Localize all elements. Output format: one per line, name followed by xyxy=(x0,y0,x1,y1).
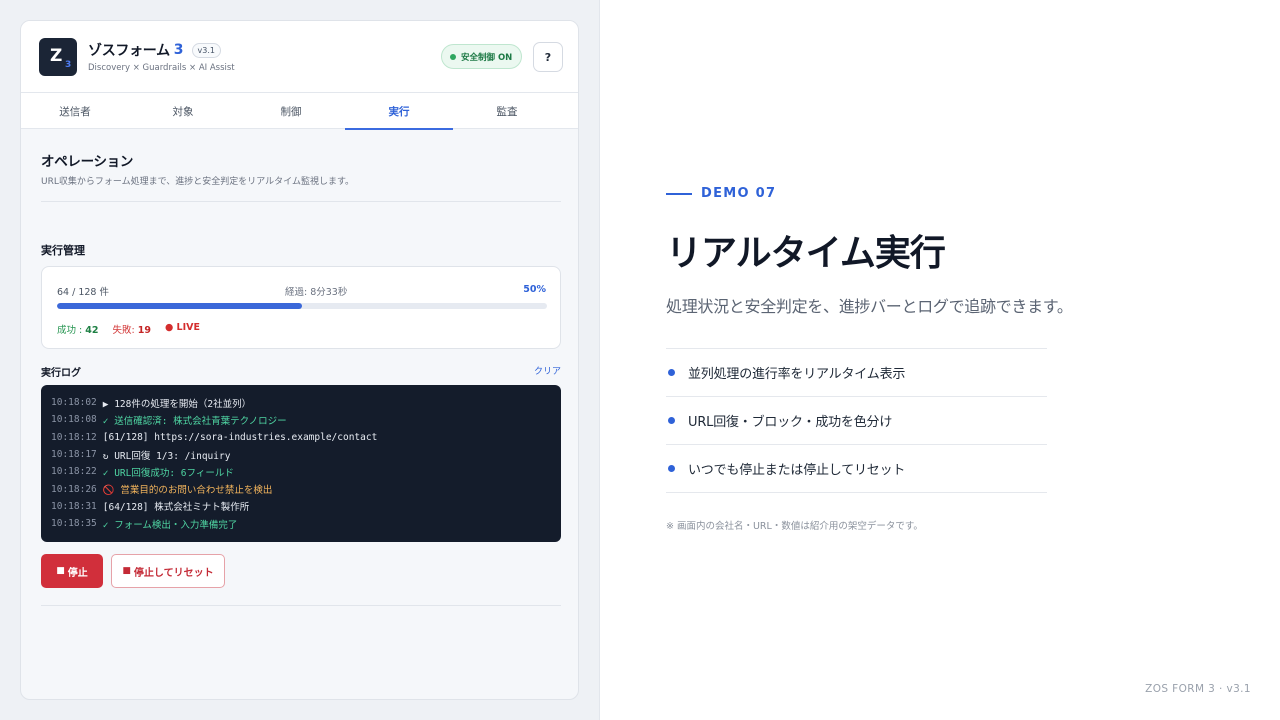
log-timestamp: 10:18:12 xyxy=(51,431,97,443)
bullet-dot-icon xyxy=(668,465,675,472)
progress-percent: 50% xyxy=(523,284,546,295)
feature-text: 並列処理の進行率をリアルタイム表示 xyxy=(688,367,906,382)
help-button[interactable]: ? xyxy=(533,42,563,72)
progress-stats: 成功 : 42 失敗: 19 ● LIVE xyxy=(57,322,200,336)
footer-brand: ZOS FORM 3 · v3.1 xyxy=(1145,683,1251,695)
tab-bar: 送信者 対象 制御 実行 監査 xyxy=(21,93,578,130)
log-timestamp: 10:18:08 xyxy=(51,414,97,426)
app-title: ゾスフォーム xyxy=(88,43,170,59)
fail-value: 19 xyxy=(137,325,151,336)
logo-subscript: 3 xyxy=(65,60,72,70)
operation-title: オペレーション xyxy=(41,154,134,170)
safety-badge-label: 安全制御 ON xyxy=(461,52,513,63)
stop-button[interactable]: ■ 停止 xyxy=(41,554,103,588)
demo-tag: DEMO 07 xyxy=(666,186,776,201)
log-line: 10:18:26 🚫 営業目的のお問い合わせ禁止を検出 xyxy=(51,480,551,497)
log-terminal[interactable]: 10:18:02 ▶ 128件の処理を開始（2社並列） 10:18:08 ✓ 送信確認… xyxy=(41,385,561,542)
bullet-dot-icon xyxy=(668,369,675,376)
progress-card: 64 / 128 件 経過: 8分33秒 50% 成功 : 42 失敗: 19 … xyxy=(41,266,561,349)
log-header: 実行ログ クリア xyxy=(41,364,561,379)
log-line: 10:18:22 ✓ URL回復成功: 6フィールド xyxy=(51,463,551,480)
log-message: [64/128] 株式会社ミナト製作所 xyxy=(102,502,250,514)
demo-accent-line xyxy=(666,192,692,195)
reset-square-icon: ■ xyxy=(122,566,131,576)
demo-label: DEMO 07 xyxy=(701,186,777,201)
section-divider xyxy=(41,201,561,202)
bottom-divider xyxy=(41,605,561,606)
tab-audit[interactable]: 監査 xyxy=(453,93,561,129)
reset-button-label: 停止してリセット xyxy=(133,567,214,579)
log-line: 10:18:17 ↻ URL回復 1/3: /inquiry xyxy=(51,446,551,463)
feature-text: URL回復・ブロック・成功を色分け xyxy=(688,415,893,430)
log-timestamp: 10:18:02 xyxy=(51,397,97,409)
operation-description: URL収集からフォーム処理まで、進捗と安全判定をリアルタイム監視します。 xyxy=(41,177,355,187)
log-message: ✓ フォーム検出・入力準備完了 xyxy=(102,519,238,531)
log-message: [61/128] https://sora-industries.example… xyxy=(102,431,378,443)
tab-sender[interactable]: 送信者 xyxy=(21,93,129,129)
app-logo: Z 3 xyxy=(39,38,77,76)
log-line: 10:18:02 ▶ 128件の処理を開始（2社並列） xyxy=(51,394,551,411)
status-dot-icon xyxy=(450,53,456,60)
log-timestamp: 10:18:22 xyxy=(51,466,97,478)
log-message: ↻ URL回復 1/3: /inquiry xyxy=(102,450,231,462)
app-header: Z 3 ゾスフォーム 3 v3.1 Discovery × Guardrails… xyxy=(21,21,578,93)
log-line: 10:18:31 [64/128] 株式会社ミナト製作所 xyxy=(51,498,551,515)
log-line: 10:18:12 [61/128] https://sora-industries… xyxy=(51,429,551,446)
log-timestamp: 10:18:35 xyxy=(51,518,97,530)
feature-text: いつでも停止または停止してリセット xyxy=(688,463,906,478)
left-pane: Z 3 ゾスフォーム 3 v3.1 Discovery × Guardrails… xyxy=(0,0,600,720)
log-line: 10:18:08 ✓ 送信確認済: 株式会社青葉テクノロジー xyxy=(51,411,551,428)
app-subtitle: Discovery × Guardrails × AI Assist xyxy=(88,63,235,73)
hero-subtitle: 処理状況と安全判定を、進捗バーとログで追跡できます。 xyxy=(666,297,1073,316)
feature-item: 並列処理の進行率をリアルタイム表示 xyxy=(666,349,1047,397)
success-label: 成功 : xyxy=(57,325,86,336)
log-title: 実行ログ xyxy=(41,368,81,379)
live-indicator: ● LIVE xyxy=(164,322,200,333)
promo-pane: DEMO 07 リアルタイム実行 処理状況と安全判定を、進捗バーとログで追跡でき… xyxy=(600,0,1280,720)
feature-item: URL回復・ブロック・成功を色分け xyxy=(666,397,1047,445)
feature-item: いつでも停止または停止してリセット xyxy=(666,445,1047,493)
action-buttons: ■ 停止 ■ 停止してリセット xyxy=(41,554,225,588)
clear-log-link[interactable]: クリア xyxy=(534,364,561,377)
app-window: Z 3 ゾスフォーム 3 v3.1 Discovery × Guardrails… xyxy=(20,20,579,700)
log-message: ▶ 128件の処理を開始（2社並列） xyxy=(102,398,252,410)
bullet-dot-icon xyxy=(668,417,675,424)
log-timestamp: 10:18:31 xyxy=(51,500,97,512)
tab-control[interactable]: 制御 xyxy=(237,93,345,129)
app-title-row: ゾスフォーム 3 v3.1 xyxy=(88,40,221,60)
stop-button-label: 停止 xyxy=(67,567,88,579)
success-value: 42 xyxy=(85,325,99,336)
feature-list: 並列処理の進行率をリアルタイム表示 URL回復・ブロック・成功を色分け いつでも… xyxy=(666,348,1047,493)
hero-title: リアルタイム実行 xyxy=(666,233,946,274)
elapsed-time: 経過: 8分33秒 xyxy=(285,287,348,298)
disclaimer: ※ 画面内の会社名・URL・数値は紹介用の架空データです。 xyxy=(666,521,923,532)
management-title: 実行管理 xyxy=(41,244,85,257)
tab-target[interactable]: 対象 xyxy=(129,93,237,129)
safety-status-badge[interactable]: 安全制御 ON xyxy=(441,44,523,69)
log-timestamp: 10:18:17 xyxy=(51,449,97,461)
logo-letter: Z xyxy=(50,46,63,66)
log-message: 🚫 営業目的のお問い合わせ禁止を検出 xyxy=(102,485,273,497)
log-message: ✓ 送信確認済: 株式会社青葉テクノロジー xyxy=(102,415,287,427)
fail-count: 失敗: 19 xyxy=(112,322,150,336)
progress-bar-fill xyxy=(57,303,302,309)
log-line: 10:18:35 ✓ フォーム検出・入力準備完了 xyxy=(51,515,551,532)
version-chip: v3.1 xyxy=(191,42,221,58)
tab-execute[interactable]: 実行 xyxy=(345,93,453,130)
log-message: ✓ URL回復成功: 6フィールド xyxy=(102,467,234,479)
progress-bar xyxy=(57,303,547,309)
progress-count: 64 / 128 件 xyxy=(57,287,109,298)
stop-and-reset-button[interactable]: ■ 停止してリセット xyxy=(111,554,225,588)
stop-square-icon: ■ xyxy=(56,566,65,576)
app-title-number: 3 xyxy=(173,42,184,58)
success-count: 成功 : 42 xyxy=(57,322,98,336)
log-timestamp: 10:18:26 xyxy=(51,483,97,495)
fail-label: 失敗: xyxy=(112,325,138,336)
